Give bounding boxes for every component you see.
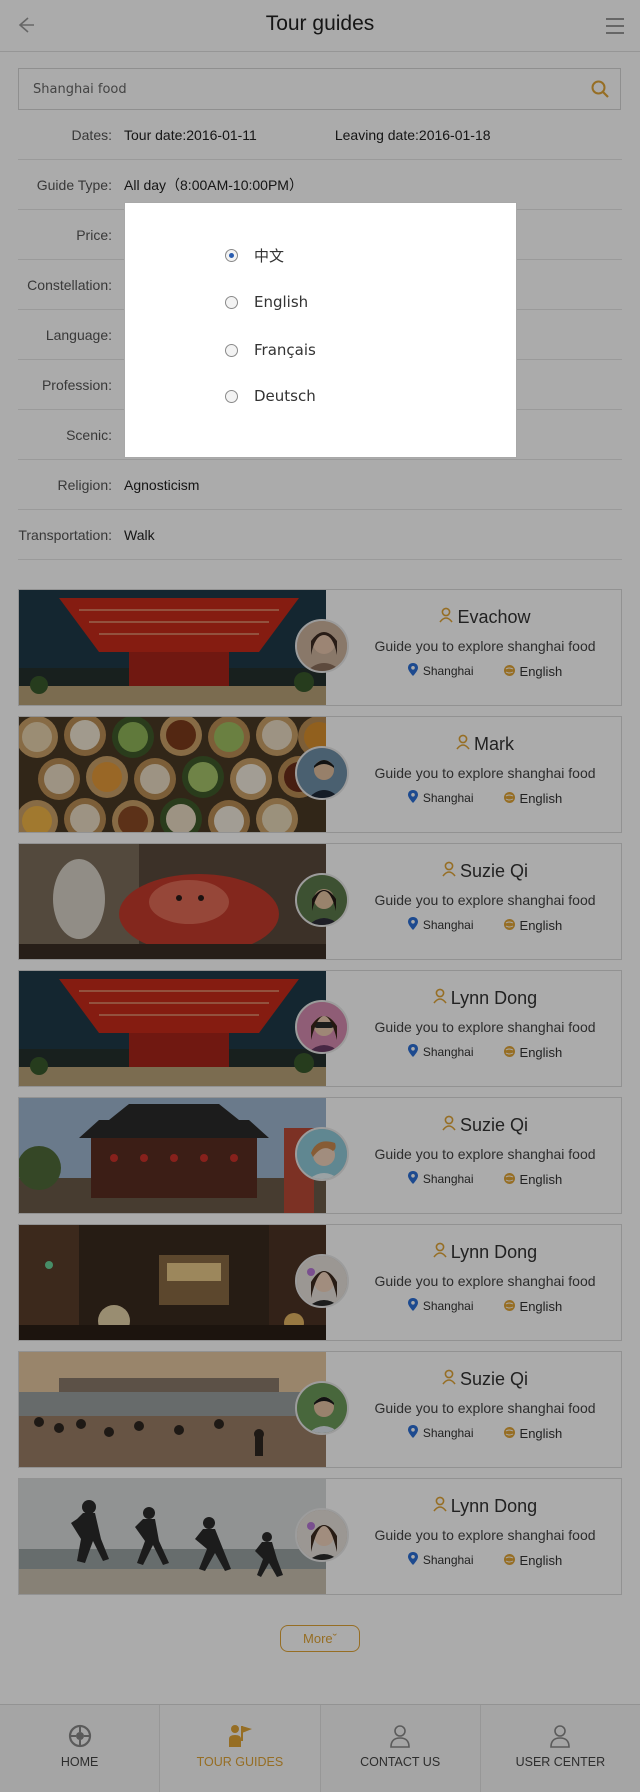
radio-icon[interactable]	[225, 295, 238, 309]
language-option[interactable]: Deutsch	[225, 387, 316, 405]
language-option-label: Deutsch	[254, 387, 316, 405]
language-option-label: 中文	[254, 247, 285, 265]
language-option-label: English	[254, 293, 309, 311]
language-select-dialog: 中文 English Français Deutsch	[124, 202, 517, 458]
radio-selected-icon[interactable]	[225, 249, 238, 262]
radio-icon[interactable]	[225, 343, 238, 357]
radio-icon[interactable]	[225, 389, 238, 403]
language-option-label: Français	[254, 341, 316, 359]
language-option[interactable]: Français	[225, 341, 316, 359]
language-option[interactable]: English	[225, 293, 308, 311]
language-option[interactable]: 中文	[225, 245, 284, 266]
